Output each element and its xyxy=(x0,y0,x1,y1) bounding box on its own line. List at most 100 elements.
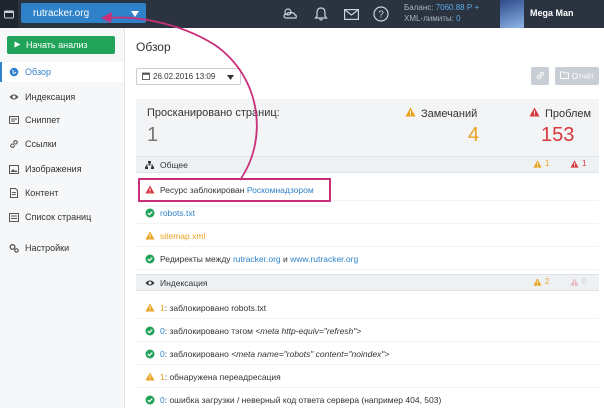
xml-value: 0 xyxy=(456,14,461,23)
warnings-label: Замечаний xyxy=(421,107,478,120)
gears-icon xyxy=(9,243,19,253)
sidebar-item-overview[interactable]: Обзор xyxy=(0,62,124,82)
balance-info: Баланс: 7060.88 Р + XML-лимиты: 0 xyxy=(404,2,479,24)
sidebar-item-snippet[interactable]: Сниппет xyxy=(0,110,124,130)
error-icon xyxy=(145,184,155,195)
sidebar-item-indexing[interactable]: Индексация xyxy=(0,87,124,107)
check-circle-icon xyxy=(145,208,155,218)
play-icon xyxy=(14,40,21,50)
problems-label-group: Проблем xyxy=(529,107,591,120)
main-content: Обзор 26.02.2016 13:09 Отчёт Просканиров… xyxy=(125,28,604,408)
svg-text:?: ? xyxy=(378,10,384,21)
redirect-link-1[interactable]: rutracker.org xyxy=(233,254,281,264)
sidebar-item-label: Настройки xyxy=(25,243,70,253)
sidebar-item-links[interactable]: Ссылки xyxy=(0,134,124,154)
list-item: 1 : заблокировано robots.txt xyxy=(136,297,599,319)
robots-link[interactable]: robots.txt xyxy=(160,208,195,218)
row-code: <meta name="robots" content="noindex"> xyxy=(231,348,390,359)
general-err-count-value: 1 xyxy=(582,159,587,168)
row-blocked-text: Ресурс заблокирован xyxy=(160,184,245,195)
sidebar-item-images[interactable]: Изображения xyxy=(0,159,124,179)
row-text: : ошибка загрузки / неверный код ответа … xyxy=(164,394,442,405)
add-balance-icon[interactable]: + xyxy=(474,3,479,12)
report-button-label: Отчёт xyxy=(571,71,595,81)
list-item: 1 : обнаружена переадресация xyxy=(136,366,599,388)
sidebar-item-label: Ссылки xyxy=(25,139,57,149)
chevron-down-icon xyxy=(131,9,139,20)
section-indexing-header[interactable]: Индексация 2 0 xyxy=(136,274,599,291)
calendar-icon xyxy=(142,72,150,82)
sidebar-item-page-list[interactable]: Список страниц xyxy=(0,207,124,227)
link-icon xyxy=(536,71,545,82)
row-sitemap: sitemap.xml xyxy=(136,225,599,247)
card-icon xyxy=(9,115,19,125)
sidebar-item-label: Список страниц xyxy=(25,212,92,222)
row-code: <meta http-equiv="refresh"> xyxy=(255,325,362,336)
avatar[interactable] xyxy=(500,0,524,28)
problems-label: Проблем xyxy=(545,107,592,120)
weather-icon[interactable] xyxy=(281,5,299,23)
home-icon[interactable] xyxy=(0,0,18,28)
general-error-count: 1 xyxy=(570,159,586,168)
check-circle-icon xyxy=(145,395,155,405)
sidebar-item-content[interactable]: Контент xyxy=(0,183,124,203)
bell-icon[interactable] xyxy=(312,5,330,23)
redirect-link-2[interactable]: www.rutracker.org xyxy=(290,254,358,264)
document-icon xyxy=(9,188,19,198)
sitemap-link[interactable]: sitemap.xml xyxy=(160,231,205,241)
row-robots: robots.txt xyxy=(136,202,599,224)
sidebar: Начать анализ Обзор Индексация Сниппет С… xyxy=(0,28,125,408)
sidebar-item-label: Контент xyxy=(25,188,59,198)
warning-icon xyxy=(405,107,416,120)
share-link-button[interactable] xyxy=(531,67,549,85)
warning-icon xyxy=(145,371,155,382)
redirect-and: и xyxy=(283,253,288,264)
start-analysis-button[interactable]: Начать анализ xyxy=(7,36,115,54)
row-text: : заблокировано robots.txt xyxy=(164,302,267,313)
top-bar: rutracker.org ? Баланс: 7060.88 Р + XML-… xyxy=(0,0,604,28)
sitemap-icon xyxy=(145,160,155,169)
balance-label: Баланс: xyxy=(404,3,434,12)
chevron-down-icon xyxy=(227,73,234,82)
sidebar-item-label: Изображения xyxy=(25,164,82,174)
problems-value: 153 xyxy=(541,124,575,146)
row-redirects: Редиректы между rutracker.org и www.rutr… xyxy=(136,248,599,270)
scanned-value: 1 xyxy=(147,124,159,146)
balance-currency: Р xyxy=(466,3,473,12)
check-circle-icon xyxy=(145,349,155,359)
image-icon xyxy=(9,164,19,174)
general-warning-count: 1 xyxy=(533,159,549,168)
date-select[interactable]: 26.02.2016 13:09 xyxy=(136,68,241,85)
stats-panel: Просканировано страниц: 1 Замечаний 4 Пр… xyxy=(136,99,599,156)
report-button[interactable]: Отчёт xyxy=(555,67,599,85)
indexing-warn-count-value: 2 xyxy=(545,277,550,286)
general-warn-count-value: 1 xyxy=(545,159,550,168)
row-text: : заблокировано тэгом xyxy=(164,325,256,336)
check-circle-icon xyxy=(145,254,155,264)
page-title: Обзор xyxy=(136,40,171,54)
sidebar-item-settings[interactable]: Настройки xyxy=(0,238,124,258)
mail-icon[interactable] xyxy=(342,5,360,23)
eye-icon xyxy=(145,279,155,287)
section-indexing-title: Индексация xyxy=(160,277,208,288)
site-select-label: rutracker.org xyxy=(33,7,90,19)
section-general-header[interactable]: Общее 1 1 xyxy=(136,156,599,173)
scanned-label: Просканировано страниц: xyxy=(147,107,280,119)
site-select[interactable]: rutracker.org xyxy=(21,3,146,23)
folder-icon xyxy=(559,71,569,81)
xml-label: XML-лимиты: xyxy=(404,14,454,23)
indexing-warning-count: 2 xyxy=(533,277,549,286)
redirect-text: Редиректы между xyxy=(160,253,231,264)
row-blocked: Ресурс заблокирован Роскомнадзором xyxy=(136,179,599,201)
section-general-title: Общее xyxy=(160,159,188,170)
indexing-err-count-value: 0 xyxy=(582,277,587,286)
username[interactable]: Mega Man xyxy=(530,8,574,18)
warning-icon xyxy=(145,230,155,241)
globe-icon xyxy=(9,67,19,77)
check-circle-icon xyxy=(145,326,155,336)
roskomnadzor-link[interactable]: Роскомнадзором xyxy=(247,185,314,195)
row-text: : заблокировано xyxy=(164,348,232,359)
help-icon[interactable]: ? xyxy=(372,5,390,23)
indexing-error-count: 0 xyxy=(570,277,586,286)
sidebar-item-label: Сниппет xyxy=(25,115,61,125)
